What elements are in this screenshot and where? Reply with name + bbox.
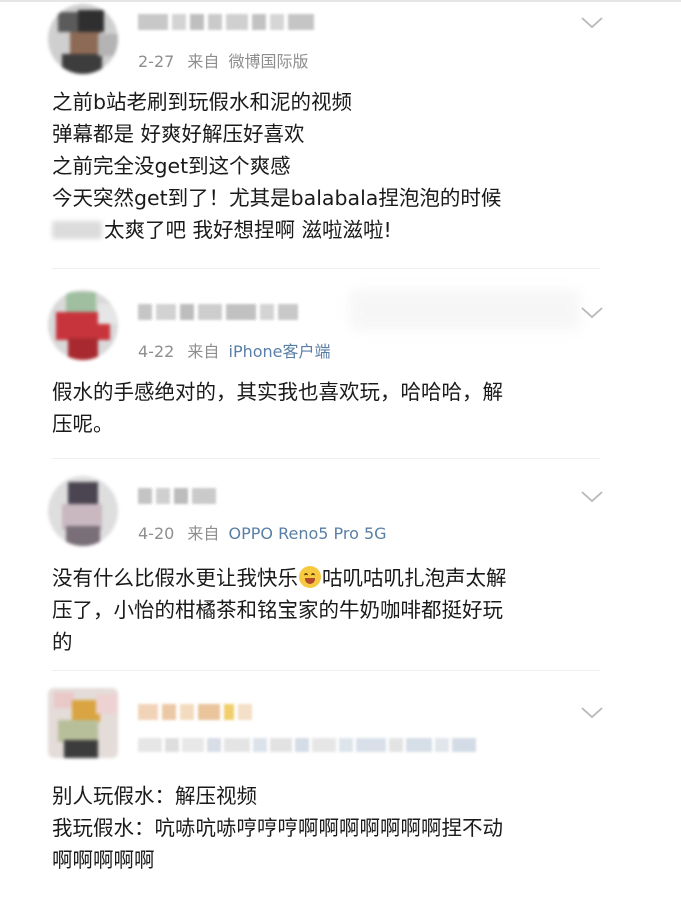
comment-line-head: 没有什么比假水更让我快乐: [52, 566, 298, 590]
comment-line: 压了，小怡的柑橘茶和铭宝家的牛奶咖啡都挺好玩: [52, 598, 503, 622]
post-meta: 2-27 来自 微博国际版: [138, 48, 309, 72]
post-date: 2-27: [138, 52, 175, 71]
username-blurred[interactable]: [138, 304, 298, 320]
top-border: [0, 0, 681, 2]
username-blurred[interactable]: [138, 488, 216, 504]
avatar[interactable]: [48, 4, 118, 74]
comment-line: 别人玩假水：解压视频: [52, 784, 257, 808]
from-label: 来自: [187, 524, 220, 543]
redacted-mention: [52, 221, 102, 239]
username-blurred[interactable]: [138, 704, 252, 720]
username-blurred[interactable]: [138, 14, 314, 30]
chevron-down-icon[interactable]: [580, 16, 604, 30]
post-date: 4-20: [138, 524, 175, 543]
divider: [52, 670, 600, 671]
comment-line: 之前b站老刷到玩假水和泥的视频: [52, 90, 353, 114]
comment-line: 压呢。: [52, 412, 114, 436]
avatar[interactable]: [48, 688, 118, 758]
divider: [52, 268, 600, 269]
post-source[interactable]: iPhone客户端: [229, 342, 331, 361]
comment-line: 我玩假水：吭哧吭哧哼哼哼啊啊啊啊啊啊啊捏不动: [52, 816, 503, 840]
comment-text: 假水的手感绝对的，其实我也喜欢玩，哈哈哈，解 压呢。: [52, 376, 503, 440]
comment-line: 太爽了吧 我好想捏啊 滋啦滋啦!: [52, 214, 501, 246]
chevron-down-icon[interactable]: [580, 306, 604, 320]
comment-line: 今天突然get到了！尤其是balabala捏泡泡的时候: [52, 186, 502, 210]
post-source: 微博国际版: [228, 52, 309, 71]
avatar[interactable]: [48, 290, 118, 360]
comment-line: 之前完全没get到这个爽感: [52, 154, 291, 178]
comment-line: 弹幕都是 好爽好解压好喜欢: [52, 122, 305, 146]
comment-line-tail: 咕叽咕叽扎泡声太解: [322, 566, 507, 590]
comment-text: 别人玩假水：解压视频 我玩假水：吭哧吭哧哼哼哼啊啊啊啊啊啊啊捏不动 啊啊啊啊啊: [52, 780, 503, 876]
chevron-down-icon[interactable]: [580, 706, 604, 720]
from-label: 来自: [187, 342, 220, 361]
background-blur: [350, 290, 580, 330]
post-date: 4-22: [138, 342, 175, 361]
comment-text: 没有什么比假水更让我快乐 咕叽咕叽扎泡声太解 压了，小怡的柑橘茶和铭宝家的牛奶咖啡…: [52, 562, 507, 658]
comment-line: 没有什么比假水更让我快乐 咕叽咕叽扎泡声太解: [52, 562, 507, 594]
meta-blurred: [138, 738, 476, 752]
post-meta: 4-22 来自 iPhone客户端: [138, 338, 331, 362]
comment-line: 啊啊啊啊啊: [52, 848, 155, 872]
comment-line-tail: 太爽了吧 我好想捏啊 滋啦滋啦!: [104, 218, 392, 242]
from-label: 来自: [187, 52, 220, 71]
post-source[interactable]: OPPO Reno5 Pro 5G: [229, 524, 387, 543]
divider: [52, 458, 600, 459]
smiling-face-emoji-icon: [299, 566, 321, 588]
avatar[interactable]: [48, 476, 118, 546]
comment-line: 假水的手感绝对的，其实我也喜欢玩，哈哈哈，解: [52, 380, 503, 404]
comment-line: 的: [52, 630, 73, 654]
comment-text: 之前b站老刷到玩假水和泥的视频 弹幕都是 好爽好解压好喜欢 之前完全没get到这…: [52, 86, 501, 246]
chevron-down-icon[interactable]: [580, 490, 604, 504]
post-meta: 4-20 来自 OPPO Reno5 Pro 5G: [138, 520, 387, 544]
